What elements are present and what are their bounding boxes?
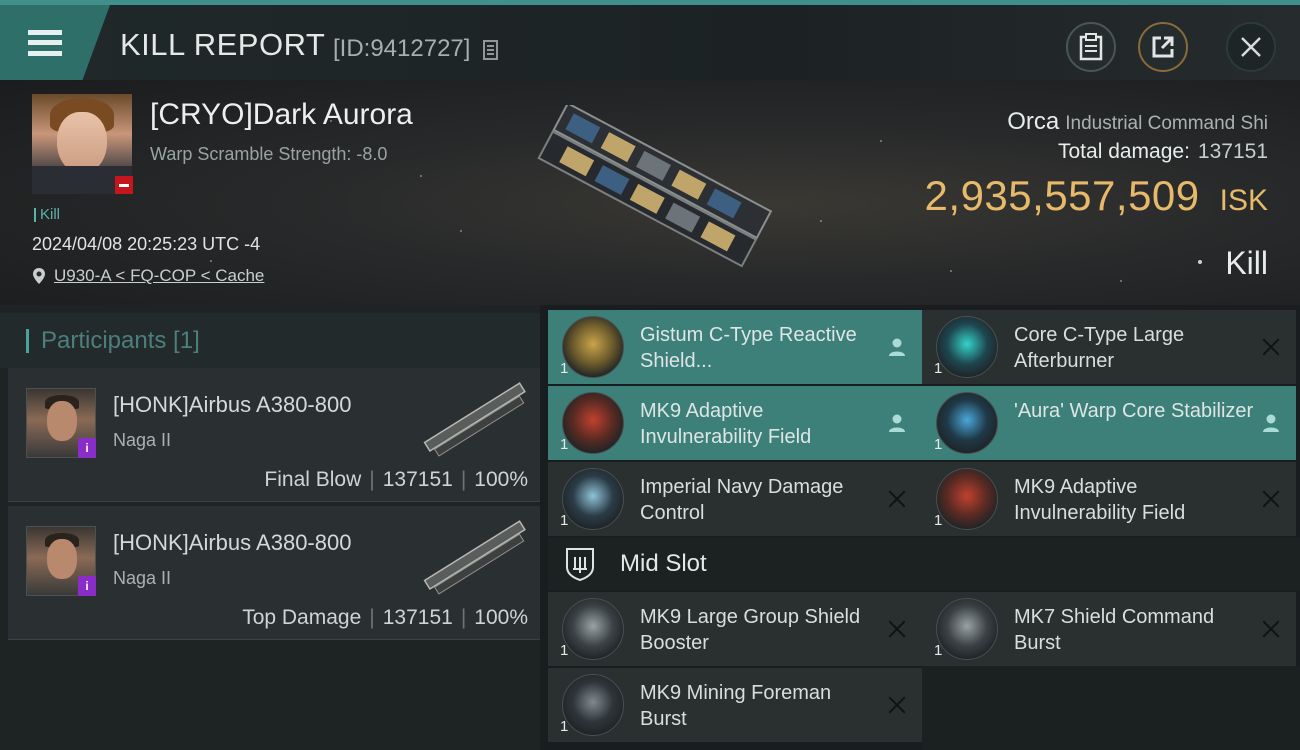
share-button[interactable] [1138, 22, 1188, 72]
close-icon[interactable] [886, 488, 908, 510]
hostile-badge-icon [115, 176, 133, 194]
module-name: MK9 Adaptive Invulnerability Field [1014, 476, 1186, 524]
hamburger-icon [28, 29, 62, 56]
victim-ship-name: Orca Industrial Command Shi [1007, 108, 1268, 135]
location-link[interactable]: U930-A < FQ-COP < Cache [54, 266, 264, 286]
kill-datetime: 2024/04/08 20:25:23 UTC -4 [32, 234, 261, 254]
close-icon[interactable] [886, 694, 908, 716]
module-name: MK9 Mining Foreman Burst [640, 682, 832, 730]
module-icon [936, 598, 998, 660]
isk-value: 2,935,557,509 [924, 172, 1200, 219]
isk-value-line: 2,935,557,509 ISK [925, 172, 1268, 220]
victim-subtitle: Warp Scramble Strength: -8.0 [150, 144, 388, 164]
participant-stats: Top Damage | 137151 | 100% [242, 606, 528, 629]
person-icon[interactable] [886, 412, 908, 434]
page-title: KILL REPORT [120, 27, 326, 62]
close-button[interactable] [1226, 22, 1276, 72]
participant-ship-image [423, 520, 526, 595]
module-icon [562, 392, 624, 454]
module-card[interactable]: 1 Core C-Type Large Afterburner [922, 310, 1296, 384]
clipboard-button[interactable] [1066, 22, 1116, 72]
info-badge-icon: i [78, 438, 96, 458]
close-icon[interactable] [1260, 618, 1282, 640]
module-card[interactable]: 1 'Aura' Warp Core Stabilizer [922, 386, 1296, 460]
info-badge-icon: i [78, 576, 96, 596]
victim-name[interactable]: [CRYO]Dark Aurora [150, 98, 413, 132]
module-quantity: 1 [560, 642, 569, 659]
total-damage: Total damage: 137151 [1058, 140, 1268, 163]
module-name: Core C-Type Large Afterburner [1014, 324, 1185, 372]
victim-ship-image [537, 105, 773, 268]
participant-row[interactable]: i [HONK]Airbus A380-800 Naga II Top Dama… [8, 506, 540, 640]
mid-slot-icon [566, 548, 594, 581]
close-icon [1241, 37, 1261, 57]
module-name: MK9 Adaptive Invulnerability Field [640, 400, 812, 448]
participant-ship: Naga II [113, 568, 172, 588]
module-icon [562, 468, 624, 530]
share-icon [1152, 36, 1174, 58]
module-name: Imperial Navy Damage Control [640, 476, 844, 524]
result-label: Kill [1225, 245, 1268, 281]
module-quantity: 1 [934, 360, 943, 377]
person-icon[interactable] [886, 336, 908, 358]
module-quantity: 1 [934, 512, 943, 529]
kill-id: [ID:9412727] [333, 35, 471, 62]
menu-button[interactable] [0, 5, 110, 80]
module-quantity: 1 [934, 642, 943, 659]
module-card[interactable]: 1 MK9 Mining Foreman Burst [548, 668, 922, 742]
participant-ship: Naga II [113, 430, 172, 450]
close-icon[interactable] [1260, 488, 1282, 510]
module-quantity: 1 [934, 436, 943, 453]
participant-ship-image [423, 382, 526, 457]
copy-icon[interactable] [483, 40, 499, 60]
module-icon [562, 598, 624, 660]
module-icon [936, 316, 998, 378]
participants-panel: Participants [1] i [HONK]Airbus A380-800… [0, 305, 540, 750]
module-icon [562, 316, 624, 378]
person-icon[interactable] [1260, 412, 1282, 434]
kill-tag: Kill [34, 206, 60, 223]
participant-name: [HONK]Airbus A380-800 [113, 392, 352, 417]
isk-unit: ISK [1219, 184, 1268, 217]
location-pin-icon [33, 268, 45, 284]
header-bar: KILL REPORT [ID:9412727] [0, 0, 1300, 80]
module-icon [936, 468, 998, 530]
victim-summary: [CRYO]Dark Aurora Warp Scramble Strength… [0, 80, 1300, 305]
participant-row[interactable]: i [HONK]Airbus A380-800 Naga II Final Bl… [8, 368, 540, 502]
module-name: Gistum C-Type Reactive Shield... [640, 324, 857, 372]
mid-slot-header: Mid Slot [548, 538, 1300, 590]
module-quantity: 1 [560, 512, 569, 529]
module-icon [936, 392, 998, 454]
module-name: MK7 Shield Command Burst [1014, 606, 1215, 654]
participant-name: [HONK]Airbus A380-800 [113, 530, 352, 555]
module-name: MK9 Large Group Shield Booster [640, 606, 861, 654]
module-card[interactable]: 1 MK9 Adaptive Invulnerability Field [548, 386, 922, 460]
kill-location[interactable]: U930-A < FQ-COP < Cache [32, 266, 264, 286]
module-quantity: 1 [560, 436, 569, 453]
module-card[interactable]: 1 Gistum C-Type Reactive Shield... [548, 310, 922, 384]
module-name: 'Aura' Warp Core Stabilizer [1014, 400, 1254, 422]
module-card[interactable]: 1 MK7 Shield Command Burst [922, 592, 1296, 666]
module-icon [562, 674, 624, 736]
participants-header[interactable]: Participants [1] [0, 313, 540, 368]
module-card[interactable]: 1 MK9 Adaptive Invulnerability Field [922, 462, 1296, 536]
participant-stats: Final Blow | 137151 | 100% [264, 468, 528, 491]
clipboard-icon [1079, 33, 1103, 61]
close-icon[interactable] [886, 618, 908, 640]
empty-slot-area [922, 666, 1300, 750]
dot-indicator [1198, 260, 1202, 264]
module-quantity: 1 [560, 718, 569, 735]
module-card[interactable]: 1 Imperial Navy Damage Control [548, 462, 922, 536]
module-quantity: 1 [560, 360, 569, 377]
module-card[interactable]: 1 MK9 Large Group Shield Booster [548, 592, 922, 666]
close-icon[interactable] [1260, 336, 1282, 358]
